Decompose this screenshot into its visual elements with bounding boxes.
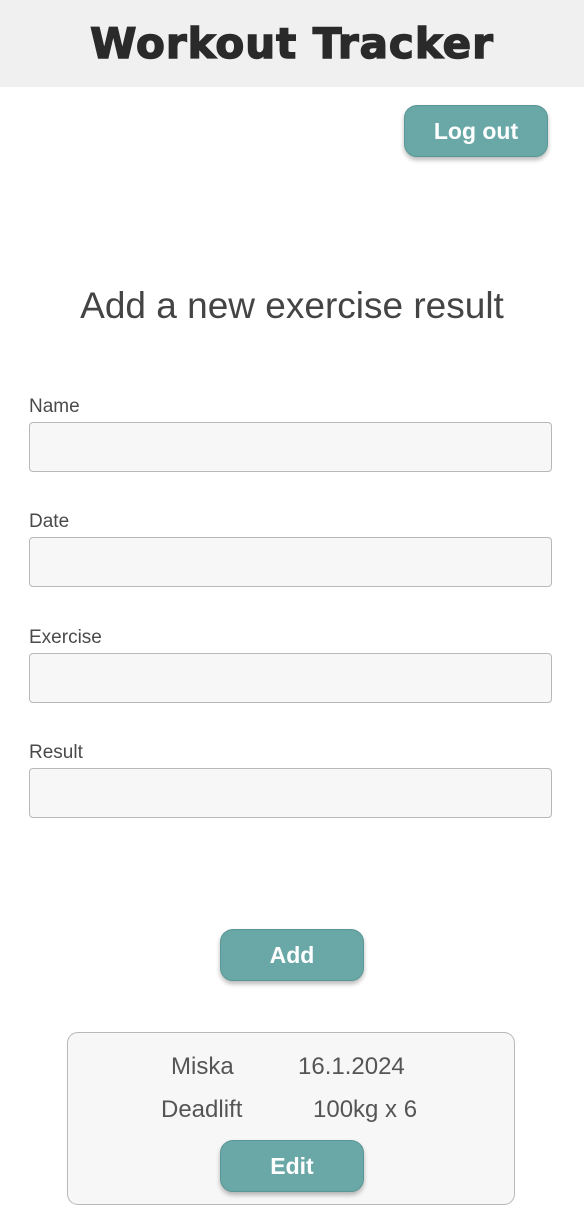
name-label: Name (29, 396, 80, 417)
result-name: Miska (171, 1053, 234, 1080)
name-input[interactable] (29, 422, 552, 472)
app-header: Workout Tracker (0, 0, 584, 87)
result-value: 100kg x 6 (313, 1096, 418, 1123)
add-button[interactable]: Add (220, 929, 364, 981)
exercise-input[interactable] (29, 653, 552, 703)
result-input[interactable] (29, 768, 552, 818)
date-label: Date (29, 511, 70, 532)
result-card: Miska 16.1.2024 Deadlift 100kg x 6 Edit (67, 1032, 515, 1205)
logout-button[interactable]: Log out (404, 105, 548, 157)
result-date: 16.1.2024 (298, 1053, 405, 1080)
result-label: Result (29, 742, 83, 763)
edit-button[interactable]: Edit (220, 1140, 364, 1192)
app-title: Workout Tracker (89, 18, 494, 69)
date-input[interactable] (29, 537, 552, 587)
exercise-label: Exercise (29, 627, 102, 648)
result-exercise: Deadlift (161, 1096, 243, 1123)
form-title: Add a new exercise result (80, 285, 504, 326)
